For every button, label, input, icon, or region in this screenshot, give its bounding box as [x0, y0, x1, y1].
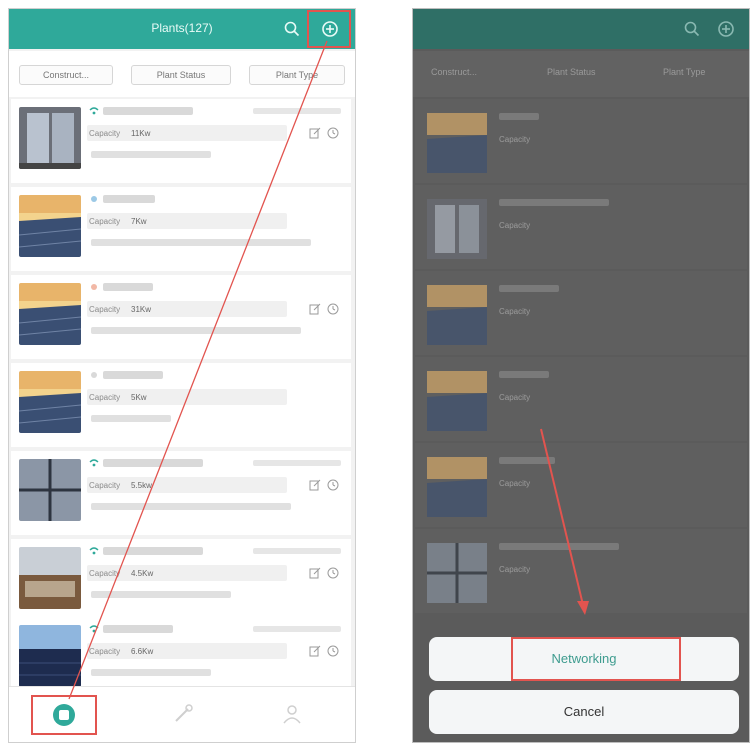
plant-thumbnail	[19, 107, 81, 169]
edit-icon[interactable]	[309, 567, 321, 579]
plant-name-redacted	[103, 459, 203, 467]
online-wifi-icon	[89, 547, 99, 555]
filter-label: Plant Status	[156, 70, 206, 80]
status-icon	[91, 372, 97, 378]
plant-card[interactable]: Capacity 4.5Kw	[11, 539, 351, 623]
search-icon[interactable]	[283, 20, 301, 38]
plant-thumbnail	[19, 371, 81, 433]
plant-name-redacted	[103, 371, 163, 379]
history-icon[interactable]	[327, 127, 339, 139]
capacity-label: Capacity	[89, 393, 121, 402]
online-wifi-icon	[89, 107, 99, 115]
capacity-value: 7Kw	[131, 217, 147, 226]
tab-plants[interactable]	[31, 695, 97, 735]
page-title: Plants(127)	[151, 21, 213, 35]
capacity-value: 5Kw	[131, 393, 147, 402]
address-redacted	[91, 327, 301, 334]
address-redacted	[91, 239, 311, 246]
plant-name-redacted	[103, 107, 193, 115]
wrench-icon	[175, 704, 193, 722]
filter-label: Construct...	[42, 70, 89, 80]
plant-thumbnail	[19, 459, 81, 521]
add-plant-sheet-screen: Construct... Plant Status Plant Type Cap…	[412, 8, 750, 743]
capacity-label: Capacity	[89, 569, 121, 578]
history-icon[interactable]	[327, 567, 339, 579]
edit-icon[interactable]	[309, 645, 321, 657]
add-plant-icon[interactable]	[321, 20, 339, 38]
plant-card[interactable]: Capacity 7Kw	[11, 187, 351, 271]
edit-icon[interactable]	[309, 479, 321, 491]
stage: Plants(127) Construct... Plant Status Pl…	[0, 0, 755, 751]
plant-name-redacted	[103, 547, 203, 555]
cancel-button[interactable]: Cancel	[429, 690, 739, 734]
plant-meta-redacted	[253, 460, 341, 466]
address-redacted	[91, 151, 211, 158]
plant-card[interactable]: Capacity 31Kw	[11, 275, 351, 359]
online-wifi-icon	[89, 459, 99, 467]
address-redacted	[91, 669, 211, 676]
capacity-value: 4.5Kw	[131, 569, 154, 578]
plant-meta-redacted	[253, 108, 341, 114]
filter-plant-type[interactable]: Plant Type	[249, 65, 345, 85]
plant-meta-redacted	[253, 548, 341, 554]
user-icon	[283, 705, 301, 724]
plants-tab-icon	[53, 704, 75, 726]
edit-icon[interactable]	[309, 127, 321, 139]
filter-construction[interactable]: Construct...	[19, 65, 113, 85]
capacity-value: 11Kw	[131, 129, 151, 138]
capacity-label: Capacity	[89, 647, 121, 656]
capacity-label: Capacity	[89, 217, 121, 226]
plant-list-screen: Plants(127) Construct... Plant Status Pl…	[8, 8, 356, 743]
online-wifi-icon	[89, 625, 99, 633]
capacity-label: Capacity	[89, 481, 121, 490]
capacity-value: 6.6Kw	[131, 647, 154, 656]
capacity-label: Capacity	[89, 305, 121, 314]
plant-card[interactable]: Capacity 5Kw	[11, 363, 351, 447]
capacity-label: Capacity	[89, 129, 121, 138]
status-icon	[91, 284, 97, 290]
plant-card[interactable]: Capacity 11Kw	[11, 99, 351, 183]
address-redacted	[91, 415, 171, 422]
capacity-value: 5.5kw	[131, 481, 152, 490]
status-icon	[91, 196, 97, 202]
plant-meta-redacted	[253, 626, 341, 632]
tab-me[interactable]	[259, 695, 325, 735]
filter-plant-status[interactable]: Plant Status	[131, 65, 231, 85]
plant-thumbnail	[19, 283, 81, 345]
tab-tools[interactable]	[149, 695, 215, 735]
address-redacted	[91, 503, 291, 510]
edit-icon[interactable]	[309, 303, 321, 315]
plant-thumbnail	[19, 195, 81, 257]
plant-name-redacted	[103, 283, 153, 291]
address-redacted	[91, 591, 231, 598]
guide-arrow	[540, 428, 589, 615]
filter-bar: Construct... Plant Status Plant Type	[9, 51, 355, 97]
history-icon[interactable]	[327, 303, 339, 315]
top-bar: Plants(127)	[9, 9, 355, 49]
plant-thumbnail	[19, 547, 81, 609]
bottom-tab-bar	[9, 686, 355, 742]
plant-card[interactable]: Capacity 5.5kw	[11, 451, 351, 535]
history-icon[interactable]	[327, 479, 339, 491]
filter-label: Plant Type	[275, 70, 319, 80]
history-icon[interactable]	[327, 645, 339, 657]
plant-name-redacted	[103, 625, 173, 633]
plant-name-redacted	[103, 195, 155, 203]
capacity-value: 31Kw	[131, 305, 152, 314]
networking-highlight	[511, 637, 681, 681]
plant-thumbnail	[19, 625, 81, 687]
cancel-label: Cancel	[563, 704, 605, 719]
